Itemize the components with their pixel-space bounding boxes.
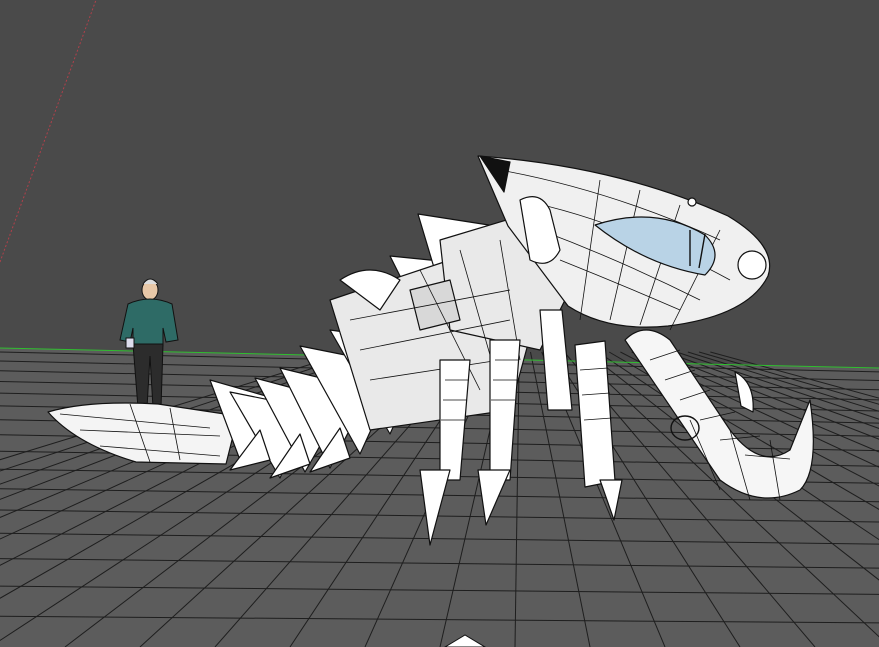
figure-pants <box>132 343 164 409</box>
red-axis-line <box>0 0 97 263</box>
3d-viewport[interactable] <box>0 0 879 647</box>
scene-canvas[interactable] <box>0 0 879 647</box>
